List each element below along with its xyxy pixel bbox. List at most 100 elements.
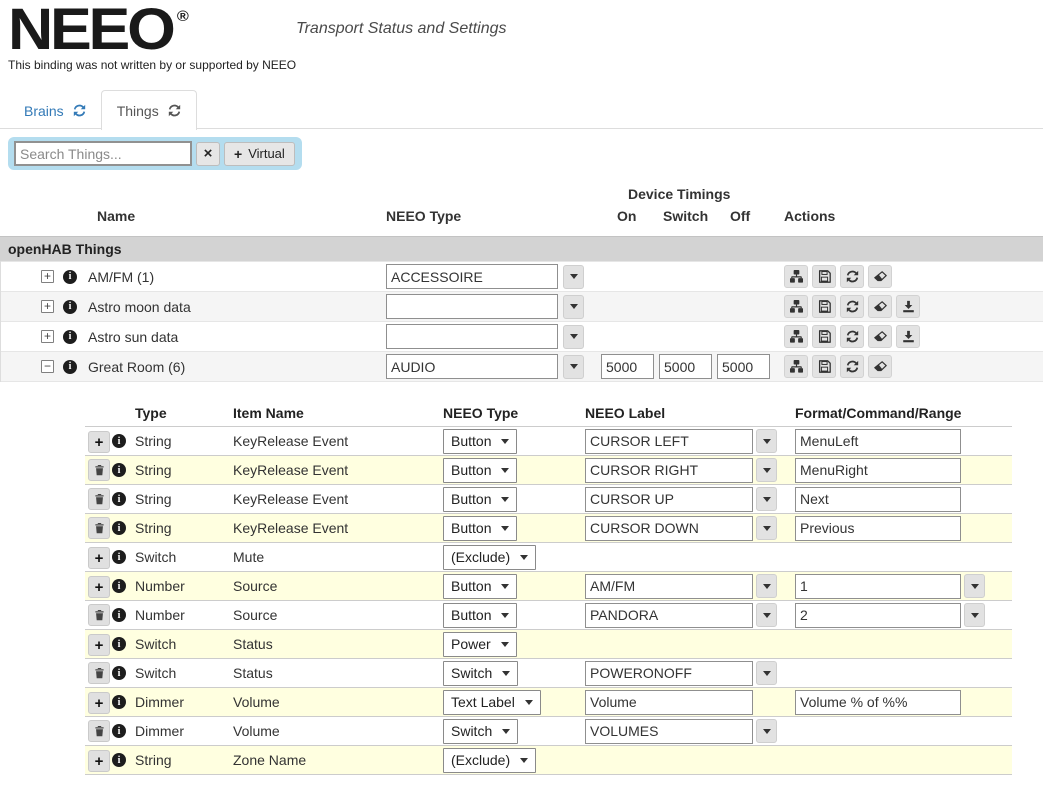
expand-icon[interactable] xyxy=(41,270,54,283)
add-channel-button[interactable] xyxy=(88,547,110,569)
sitemap-button[interactable] xyxy=(784,295,808,318)
refresh-icon[interactable] xyxy=(168,104,181,117)
clear-search-button[interactable] xyxy=(196,141,220,166)
collapse-icon[interactable] xyxy=(41,360,54,373)
dropdown-button[interactable] xyxy=(756,487,777,511)
download-button[interactable] xyxy=(896,325,920,348)
neeo-type-input[interactable] xyxy=(386,324,558,349)
delete-channel-button[interactable] xyxy=(88,488,110,510)
info-icon[interactable] xyxy=(112,608,126,622)
neeo-type-input[interactable] xyxy=(386,294,558,319)
add-channel-button[interactable] xyxy=(88,750,110,772)
info-icon[interactable] xyxy=(112,521,126,535)
neeo-type-select[interactable]: Power xyxy=(443,631,517,657)
add-channel-button[interactable] xyxy=(88,692,110,714)
neeo-label-input[interactable] xyxy=(585,457,753,483)
dropdown-button[interactable] xyxy=(563,354,584,379)
neeo-type-select[interactable]: Switch xyxy=(443,660,519,686)
dropdown-button[interactable] xyxy=(756,603,777,627)
save-button[interactable] xyxy=(812,295,836,318)
format-input[interactable] xyxy=(795,428,961,454)
info-icon[interactable] xyxy=(63,329,77,344)
info-icon[interactable] xyxy=(112,637,126,651)
info-icon[interactable] xyxy=(112,550,126,564)
refresh-icon[interactable] xyxy=(73,104,86,117)
neeo-type-select[interactable]: Button xyxy=(443,602,518,628)
sitemap-button[interactable] xyxy=(784,355,808,378)
dropdown-button[interactable] xyxy=(756,458,777,482)
format-input[interactable] xyxy=(795,457,961,483)
delete-channel-button[interactable] xyxy=(88,604,110,626)
dropdown-button[interactable] xyxy=(563,264,584,289)
dropdown-button[interactable] xyxy=(964,603,985,627)
neeo-type-select[interactable]: Button xyxy=(443,515,518,541)
info-icon[interactable] xyxy=(112,666,126,680)
add-channel-button[interactable] xyxy=(88,431,110,453)
dropdown-button[interactable] xyxy=(756,719,777,743)
dropdown-button[interactable] xyxy=(964,574,985,598)
info-icon[interactable] xyxy=(112,695,126,709)
refresh-button[interactable] xyxy=(840,355,864,378)
save-button[interactable] xyxy=(812,265,836,288)
format-input[interactable] xyxy=(795,602,961,628)
download-button[interactable] xyxy=(896,295,920,318)
eraser-button[interactable] xyxy=(868,325,892,348)
expand-icon[interactable] xyxy=(41,330,54,343)
neeo-label-input[interactable] xyxy=(585,573,753,599)
neeo-label-input[interactable] xyxy=(585,515,753,541)
format-input[interactable] xyxy=(795,573,961,599)
add-channel-button[interactable] xyxy=(88,576,110,598)
add-virtual-button[interactable]: Virtual xyxy=(224,141,295,166)
timing-on-input[interactable] xyxy=(601,354,654,379)
neeo-type-input[interactable] xyxy=(386,264,558,289)
add-channel-button[interactable] xyxy=(88,634,110,656)
sitemap-button[interactable] xyxy=(784,265,808,288)
neeo-type-select[interactable]: Button xyxy=(443,457,518,483)
dropdown-button[interactable] xyxy=(563,324,584,349)
dropdown-button[interactable] xyxy=(563,294,584,319)
format-input[interactable] xyxy=(795,486,961,512)
neeo-type-select[interactable]: (Exclude) xyxy=(443,747,537,773)
neeo-type-select[interactable]: Button xyxy=(443,486,518,512)
dropdown-button[interactable] xyxy=(756,574,777,598)
format-input[interactable] xyxy=(795,515,961,541)
delete-channel-button[interactable] xyxy=(88,720,110,742)
neeo-label-input[interactable] xyxy=(585,660,753,686)
neeo-type-select[interactable]: Switch xyxy=(443,718,519,744)
search-input[interactable] xyxy=(14,141,192,166)
timing-off-input[interactable] xyxy=(717,354,770,379)
neeo-label-input[interactable] xyxy=(585,428,753,454)
format-input[interactable] xyxy=(795,689,961,715)
sitemap-button[interactable] xyxy=(784,325,808,348)
neeo-type-select[interactable]: Button xyxy=(443,428,518,454)
expand-icon[interactable] xyxy=(41,300,54,313)
delete-channel-button[interactable] xyxy=(88,459,110,481)
info-icon[interactable] xyxy=(63,269,77,284)
eraser-button[interactable] xyxy=(868,265,892,288)
neeo-type-input[interactable] xyxy=(386,354,558,379)
info-icon[interactable] xyxy=(63,299,77,314)
refresh-button[interactable] xyxy=(840,265,864,288)
neeo-label-input[interactable] xyxy=(585,718,753,744)
neeo-label-input[interactable] xyxy=(585,689,753,715)
tab-brains[interactable]: Brains xyxy=(9,91,101,130)
neeo-type-select[interactable]: (Exclude) xyxy=(443,544,537,570)
delete-channel-button[interactable] xyxy=(88,517,110,539)
neeo-label-input[interactable] xyxy=(585,602,753,628)
info-icon[interactable] xyxy=(112,724,126,738)
refresh-button[interactable] xyxy=(840,325,864,348)
info-icon[interactable] xyxy=(112,579,126,593)
dropdown-button[interactable] xyxy=(756,661,777,685)
neeo-label-input[interactable] xyxy=(585,486,753,512)
info-icon[interactable] xyxy=(63,359,77,374)
info-icon[interactable] xyxy=(112,463,126,477)
neeo-type-select[interactable]: Text Label xyxy=(443,689,541,715)
eraser-button[interactable] xyxy=(868,355,892,378)
eraser-button[interactable] xyxy=(868,295,892,318)
neeo-type-select[interactable]: Button xyxy=(443,573,518,599)
info-icon[interactable] xyxy=(112,492,126,506)
info-icon[interactable] xyxy=(112,753,126,767)
dropdown-button[interactable] xyxy=(756,516,777,540)
dropdown-button[interactable] xyxy=(756,429,777,453)
refresh-button[interactable] xyxy=(840,295,864,318)
